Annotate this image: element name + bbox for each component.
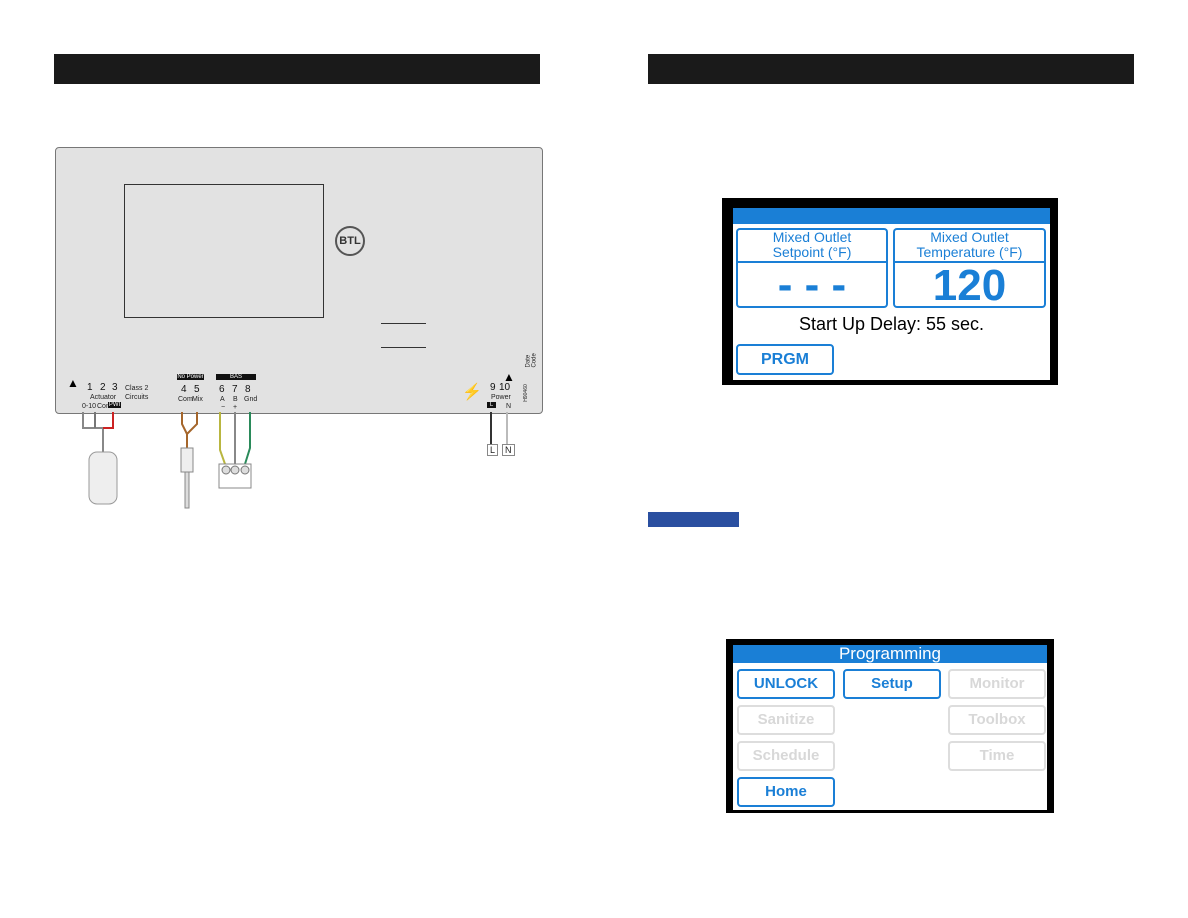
unlock-button[interactable]: UNLOCK	[737, 669, 835, 699]
no-power-label: No Power	[177, 374, 204, 380]
wire-actuator-pwm	[103, 412, 114, 429]
t6-sign: −	[221, 404, 226, 411]
warning-triangle-icon: ▲	[67, 376, 79, 390]
terminal-3: 3	[112, 382, 118, 393]
setup-button[interactable]: Setup	[843, 669, 941, 699]
monitor-button[interactable]: Monitor	[948, 669, 1046, 699]
toolbox-button[interactable]: Toolbox	[948, 705, 1046, 735]
supply-l-label: L	[487, 444, 499, 456]
terminal-5: 5	[194, 384, 200, 395]
sensor-body	[180, 447, 194, 473]
btl-logo: BTL	[335, 226, 365, 256]
warning-triangle-icon: ▲	[503, 370, 515, 384]
t5-label: Mix	[192, 396, 203, 403]
date-code-label: Date Code	[525, 353, 538, 368]
temperature-value: 120	[893, 261, 1046, 309]
terminal-1: 1	[87, 382, 93, 393]
electric-shock-icon: ⚡	[462, 384, 482, 401]
manual-page-spread: BTL ▲ 1 2 3 Actuator 0-10 Com PWI Class …	[0, 0, 1188, 918]
left-section-header-bar	[54, 54, 540, 84]
t1-label: 0-10	[82, 403, 97, 410]
home-button[interactable]: Home	[737, 777, 835, 807]
terminal-7: 7	[232, 384, 238, 395]
wire-actuator-010	[82, 412, 104, 452]
display-window	[124, 184, 324, 318]
schedule-button[interactable]: Schedule	[737, 741, 835, 771]
t7-label: B	[233, 396, 238, 403]
divider	[381, 347, 426, 348]
terminal-9: 9	[490, 382, 496, 393]
terminal-8: 8	[245, 384, 251, 395]
home-screen: Mixed Outlet Setpoint (°F) - - - Mixed Ou…	[722, 198, 1058, 385]
terminal-4: 4	[181, 384, 187, 395]
programming-title: Programming	[733, 645, 1047, 663]
terminal-6: 6	[219, 384, 225, 395]
supply-n-label: N	[502, 444, 515, 456]
right-section-header-bar	[648, 54, 1134, 84]
t8-label: Gnd	[244, 396, 258, 403]
wire-sensor	[181, 412, 198, 448]
model-label: H90460	[522, 384, 529, 402]
terminal-strip: ▲ 1 2 3 Actuator 0-10 Com PWI Class 2 Ci…	[55, 353, 541, 412]
time-button[interactable]: Time	[948, 741, 1046, 771]
divider	[381, 323, 426, 324]
prgm-button[interactable]: PRGM	[736, 344, 834, 375]
setpoint-value[interactable]: - - -	[736, 261, 888, 308]
wire-bas-a	[219, 412, 226, 465]
t6-label: A	[220, 396, 225, 403]
setpoint-label-box: Mixed Outlet Setpoint (°F)	[736, 228, 888, 262]
home-title-bar	[733, 208, 1050, 224]
t10-label: N	[506, 403, 512, 410]
sanitize-button[interactable]: Sanitize	[737, 705, 835, 735]
actuator-label: Actuator	[90, 394, 117, 401]
actuator-device	[88, 451, 118, 505]
section-badge	[648, 512, 739, 527]
sensor-probe	[184, 471, 190, 509]
t9-label: L	[487, 402, 496, 408]
t4-label: Com	[178, 396, 193, 403]
programming-screen: Programming UNLOCK Setup Monitor Sanitiz…	[726, 639, 1054, 813]
bas-label: BAS	[216, 374, 256, 380]
wire-bas-gnd	[244, 412, 251, 465]
class2-label: Class 2	[125, 385, 149, 392]
wiring-drawing	[82, 412, 508, 509]
power-label: Power	[491, 394, 511, 401]
startup-delay-status: Start Up Delay: 55 sec.	[798, 314, 985, 334]
t7-sign: +	[233, 404, 238, 411]
circuits-label: Circuits	[125, 394, 149, 401]
terminal-2: 2	[100, 382, 106, 393]
temperature-label-box: Mixed Outlet Temperature (°F)	[893, 228, 1046, 262]
t3-label: PWI	[108, 402, 121, 408]
